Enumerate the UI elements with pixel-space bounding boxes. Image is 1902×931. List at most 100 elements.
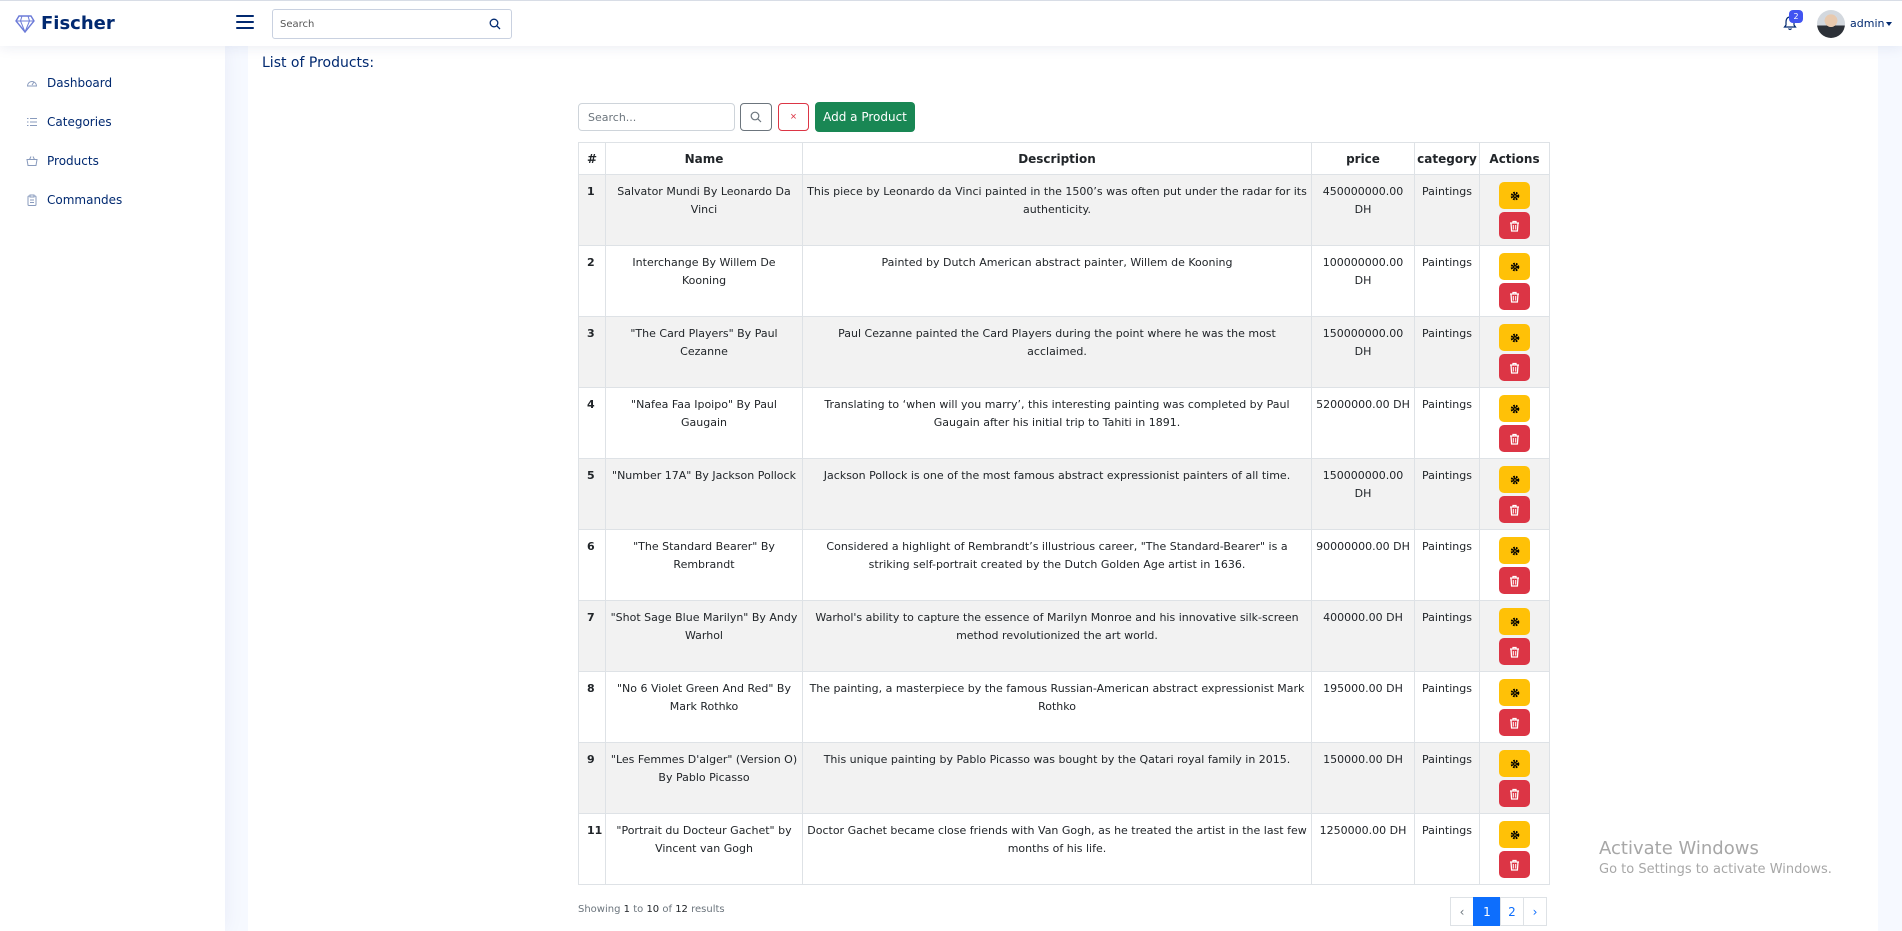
sidebar-item-dashboard[interactable]: Dashboard: [26, 76, 112, 90]
delete-button[interactable]: [1499, 496, 1530, 523]
delete-button[interactable]: [1499, 780, 1530, 807]
row-number: 2: [578, 245, 606, 317]
summary-to: 10: [646, 904, 660, 915]
product-category: Paintings: [1414, 671, 1480, 743]
edit-button[interactable]: [1499, 537, 1530, 564]
sidebar-item-products[interactable]: Products: [26, 154, 99, 168]
row-actions: [1479, 316, 1550, 388]
clear-search-button[interactable]: ×: [778, 103, 809, 131]
gear-icon: [1510, 262, 1519, 271]
table-row: 8 "No 6 Violet Green And Red" By Mark Ro…: [578, 671, 1550, 743]
product-price: 450000000.00 DH: [1311, 174, 1415, 246]
row-actions: [1479, 529, 1550, 601]
product-price: 90000000.00 DH: [1311, 529, 1415, 601]
delete-button[interactable]: [1499, 212, 1530, 239]
column-header-actions: Actions: [1479, 142, 1550, 175]
row-actions: [1479, 458, 1550, 530]
product-description: Considered a highlight of Rembrandt’s il…: [802, 529, 1312, 601]
row-actions: [1479, 174, 1550, 246]
product-price: 400000.00 DH: [1311, 600, 1415, 672]
table-row: 1 Salvator Mundi By Leonardo Da Vinci Th…: [578, 174, 1550, 246]
page-button-2[interactable]: 2: [1500, 897, 1524, 926]
top-header: Fischer 2 admin: [0, 0, 1902, 46]
delete-button[interactable]: [1499, 638, 1530, 665]
table-row: 11 "Portrait du Docteur Gachet" by Vince…: [578, 813, 1550, 885]
sidebar-item-label: Products: [47, 154, 99, 168]
activation-watermark: Activate Windows Go to Settings to activ…: [1599, 838, 1832, 877]
gear-icon: [1510, 617, 1519, 626]
row-actions: [1479, 671, 1550, 743]
search-icon[interactable]: [489, 18, 501, 30]
delete-button[interactable]: [1499, 851, 1530, 878]
edit-button[interactable]: [1499, 608, 1530, 635]
product-description: This piece by Leonardo da Vinci painted …: [802, 174, 1312, 246]
row-number: 4: [578, 387, 606, 459]
product-description: The painting, a masterpiece by the famou…: [802, 671, 1312, 743]
product-description: Translating to ‘when will you marry’, th…: [802, 387, 1312, 459]
edit-button[interactable]: [1499, 253, 1530, 280]
gear-icon: [1510, 688, 1519, 697]
table-row: 4 "Nafea Faa Ipoipo" By Paul Gaugain Tra…: [578, 387, 1550, 459]
product-name: "Les Femmes D'alger" (Version O) By Pabl…: [605, 742, 803, 814]
row-number: 1: [578, 174, 606, 246]
row-actions: [1479, 813, 1550, 885]
summary-prefix: Showing: [578, 904, 621, 915]
product-description: Doctor Gachet became close friends with …: [802, 813, 1312, 885]
product-name: "Number 17A" By Jackson Pollock: [605, 458, 803, 530]
delete-button[interactable]: [1499, 425, 1530, 452]
avatar[interactable]: [1817, 10, 1845, 38]
product-category: Paintings: [1414, 813, 1480, 885]
speedometer-icon: [26, 81, 38, 87]
page-button-1[interactable]: 1: [1473, 897, 1501, 926]
trash-icon: [1510, 220, 1519, 232]
previous-page-button[interactable]: ‹: [1450, 897, 1474, 926]
trash-icon: [1510, 291, 1519, 303]
product-price: 150000.00 DH: [1311, 742, 1415, 814]
column-header-number: #: [578, 142, 606, 175]
trash-icon: [1510, 362, 1519, 374]
product-price: 150000000.00 DH: [1311, 458, 1415, 530]
product-category: Paintings: [1414, 742, 1480, 814]
product-category: Paintings: [1414, 387, 1480, 459]
logo[interactable]: Fischer: [15, 13, 115, 34]
pagination: ‹ 1 2 ›: [1450, 897, 1547, 926]
user-menu[interactable]: admin: [1850, 17, 1893, 30]
product-search-input[interactable]: [578, 103, 735, 131]
product-description: Warhol's ability to capture the essence …: [802, 600, 1312, 672]
summary-to-word: to: [633, 904, 644, 915]
product-description: Paul Cezanne painted the Card Players du…: [802, 316, 1312, 388]
clipboard-icon: [27, 194, 37, 206]
summary-total: 12: [675, 904, 688, 915]
edit-button[interactable]: [1499, 324, 1530, 351]
header-search-input[interactable]: [273, 10, 478, 38]
edit-button[interactable]: [1499, 750, 1530, 777]
add-product-button[interactable]: Add a Product: [815, 102, 915, 132]
row-actions: [1479, 742, 1550, 814]
trash-icon: [1510, 504, 1519, 516]
edit-button[interactable]: [1499, 395, 1530, 422]
next-page-button[interactable]: ›: [1523, 897, 1547, 926]
edit-button[interactable]: [1499, 679, 1530, 706]
sidebar-item-commandes[interactable]: Commandes: [26, 193, 122, 207]
pagination-summary: Showing 1 to 10 of 12 results: [578, 904, 725, 915]
delete-button[interactable]: [1499, 709, 1530, 736]
edit-button[interactable]: [1499, 466, 1530, 493]
product-name: "The Standard Bearer" By Rembrandt: [605, 529, 803, 601]
trash-icon: [1510, 859, 1519, 871]
page-title: List of Products:: [262, 55, 375, 71]
search-button[interactable]: [740, 103, 772, 131]
product-name: Interchange By Willem De Kooning: [605, 245, 803, 317]
edit-button[interactable]: [1499, 821, 1530, 848]
product-category: Paintings: [1414, 174, 1480, 246]
table-row: 2 Interchange By Willem De Kooning Paint…: [578, 245, 1550, 317]
notification-badge: 2: [1789, 10, 1803, 23]
edit-button[interactable]: [1499, 182, 1530, 209]
sidebar-item-categories[interactable]: Categories: [26, 115, 112, 129]
delete-button[interactable]: [1499, 354, 1530, 381]
row-actions: [1479, 600, 1550, 672]
row-number: 6: [578, 529, 606, 601]
product-description: This unique painting by Pablo Picasso wa…: [802, 742, 1312, 814]
delete-button[interactable]: [1499, 567, 1530, 594]
delete-button[interactable]: [1499, 283, 1530, 310]
menu-toggle-icon[interactable]: [236, 13, 254, 31]
